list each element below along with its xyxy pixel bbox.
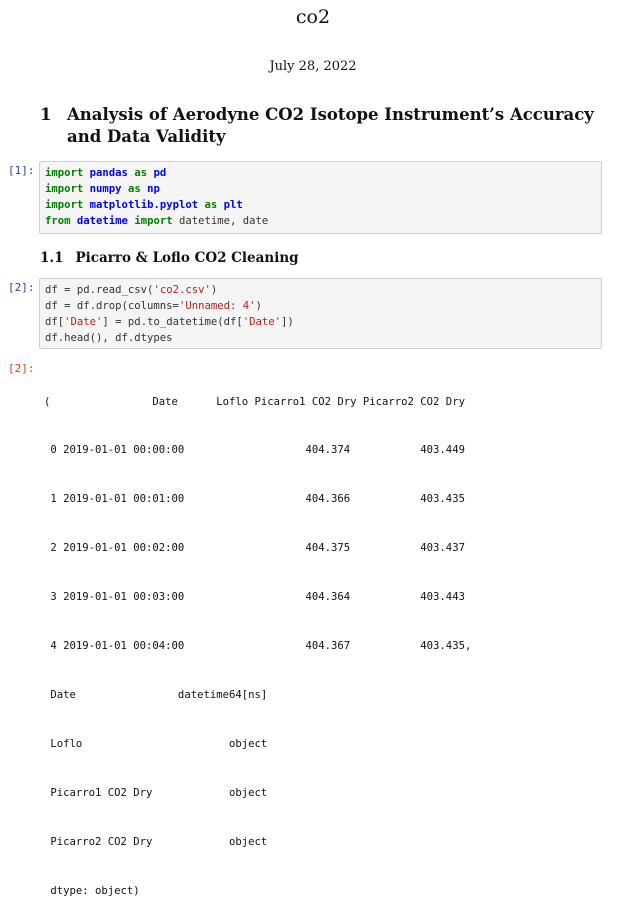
code-token: pd xyxy=(153,167,167,179)
code-token: import xyxy=(45,183,84,195)
code-line: import numpy as np xyxy=(45,181,596,197)
code-token: 'Unnamed: 4' xyxy=(178,300,256,312)
code-token: import xyxy=(134,215,173,227)
code-cell-2-content: df = pd.read_csv('co2.csv') df = df.drop(… xyxy=(45,282,596,346)
section-title: Analysis of Aerodyne CO2 Isotope Instrum… xyxy=(67,105,594,146)
code-token: df.head(), df.dtypes xyxy=(45,332,173,344)
code-token: import xyxy=(45,167,84,179)
code-line: df.head(), df.dtypes xyxy=(45,330,596,346)
code-cell-1-content: import pandas as pd import numpy as np imp… xyxy=(45,165,596,229)
code-cell-1[interactable]: import pandas as pd import numpy as np imp… xyxy=(39,161,602,234)
code-token: plt xyxy=(223,199,243,211)
code-token: pandas xyxy=(89,167,128,179)
code-token: 'co2.csv' xyxy=(153,284,211,296)
code-line: from datetime import datetime, date xyxy=(45,213,596,229)
output-line: Loflo object xyxy=(44,737,268,750)
input-prompt-1: [1]: xyxy=(8,164,35,177)
code-line: df['Date'] = pd.to_datetime(df['Date']) xyxy=(45,314,596,330)
code-token: ) xyxy=(210,284,218,296)
code-token: matplotlib.pyplot xyxy=(89,199,199,211)
output-prompt-2: [2]: xyxy=(8,362,35,375)
subsection-heading-1-1: 1.1 Picarro & Loflo CO2 Cleaning xyxy=(40,250,299,266)
code-token: datetime xyxy=(76,215,128,227)
code-token: ]) xyxy=(281,316,294,328)
code-token: df = pd.read_csv( xyxy=(45,284,154,296)
code-cell-2[interactable]: df = pd.read_csv('co2.csv') df = df.drop(… xyxy=(39,278,602,349)
code-token: as xyxy=(134,167,148,179)
code-token: np xyxy=(147,183,160,195)
code-token: ) xyxy=(255,300,262,312)
output-line: dtype: object) xyxy=(44,884,140,897)
output-line: 1 2019-01-01 00:01:00 404.366 403.435 xyxy=(44,493,465,506)
code-token: numpy xyxy=(89,183,122,195)
subsection-title: Picarro & Loflo CO2 Cleaning xyxy=(75,250,299,266)
code-token: datetime, date xyxy=(172,215,269,227)
code-token: from xyxy=(45,215,71,227)
output-line: 3 2019-01-01 00:03:00 404.364 403.443 xyxy=(44,591,465,604)
document-date: July 28, 2022 xyxy=(269,59,357,74)
code-token: df[ xyxy=(45,316,65,328)
code-token: as xyxy=(204,199,218,211)
output-line: 2 2019-01-01 00:02:00 404.375 403.437 xyxy=(44,542,465,555)
output-line: Picarro1 CO2 Dry object xyxy=(44,786,268,799)
code-line: import matplotlib.pyplot as plt xyxy=(45,197,596,213)
code-token: import xyxy=(45,199,84,211)
document-title: co2 xyxy=(295,6,331,28)
code-line: import pandas as pd xyxy=(45,165,596,181)
output-line: 0 2019-01-01 00:00:00 404.374 403.449 xyxy=(44,444,465,457)
code-token: 'Date' xyxy=(242,316,282,328)
code-token: 'Date' xyxy=(64,316,103,328)
output-line: Date datetime64[ns] xyxy=(44,688,268,701)
code-line: df = pd.read_csv('co2.csv') xyxy=(45,282,596,298)
code-token: as xyxy=(127,183,141,195)
code-token: df = df.drop(columns= xyxy=(45,300,179,312)
output-line: ( Date Loflo Picarro1 CO2 Dry Picarro2 C… xyxy=(44,395,465,408)
subsection-number: 1.1 xyxy=(40,250,64,266)
code-token: ] = pd.to_datetime(df[ xyxy=(102,316,243,328)
output-line: 4 2019-01-01 00:04:00 404.367 403.435, xyxy=(44,640,472,653)
input-prompt-2: [2]: xyxy=(8,281,35,294)
output-line: Picarro2 CO2 Dry object xyxy=(44,835,268,848)
cell-2-output: ( Date Loflo Picarro1 CO2 Dry Picarro2 C… xyxy=(44,361,471,915)
section-number: 1 xyxy=(40,105,52,124)
code-line: df = df.drop(columns='Unnamed: 4') xyxy=(45,298,596,314)
